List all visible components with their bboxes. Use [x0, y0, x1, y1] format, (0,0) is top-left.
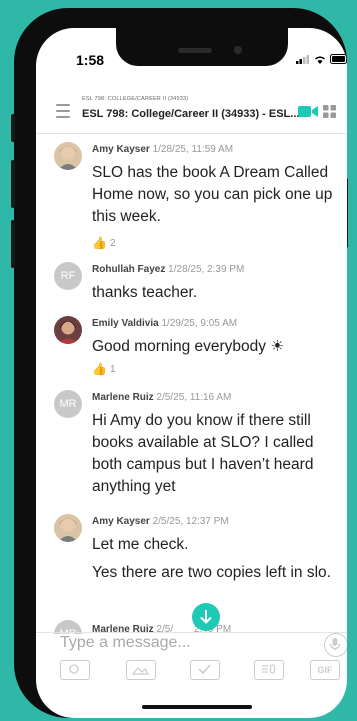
message-meta: Amy Kayser 2/5/25, 12:37 PM	[92, 516, 229, 527]
message-item[interactable]: MR Marlene Ruiz 2/5/25, 11:16 AM Hi Amy …	[36, 384, 347, 510]
video-call-icon[interactable]	[298, 105, 318, 118]
apps-grid-icon[interactable]	[323, 105, 336, 118]
message-text: Hi Amy do you know if there still books …	[92, 412, 314, 495]
message-text: Let me check.	[92, 536, 189, 553]
message-text: thanks teacher.	[92, 284, 198, 301]
author-name[interactable]: Amy Kayser	[92, 144, 150, 155]
avatar[interactable]: RF	[54, 262, 82, 290]
composer-divider	[36, 632, 347, 633]
message-text: Yes there are two copies left in slo.	[92, 564, 331, 581]
speaker-grille	[178, 48, 212, 53]
message-time: 2/5/25, 12:37 PM	[152, 516, 229, 527]
screen: 1:58 ESL 798: COLLEGE/CAREER II (34933) …	[36, 28, 347, 718]
message-time: 1/28/25, 2:39 PM	[168, 264, 245, 275]
author-name[interactable]: Marlene Ruiz	[92, 392, 154, 403]
mute-switch	[11, 114, 15, 142]
notch	[116, 28, 288, 66]
chat-header: ESL 798: COLLEGE/CAREER II (34933) ESL 7…	[36, 90, 347, 134]
author-name[interactable]: Rohullah Fayez	[92, 264, 165, 275]
message-meta: Amy Kayser 1/28/25, 11:59 AM	[92, 144, 233, 155]
battery-icon	[330, 54, 347, 64]
message-text: Good morning everybody ☀	[92, 338, 285, 355]
avatar[interactable]	[54, 316, 82, 344]
scroll-to-bottom-button[interactable]	[192, 603, 220, 631]
message-meta: Rohullah Fayez 1/28/25, 2:39 PM	[92, 264, 244, 275]
message-item[interactable]: RF Rohullah Fayez 1/28/25, 2:39 PM thank…	[36, 258, 347, 312]
reaction[interactable]: 👍 1	[92, 362, 116, 376]
signal-icon	[296, 55, 309, 64]
message-input[interactable]: Type a message...	[60, 634, 191, 652]
reaction-count: 2	[109, 237, 116, 249]
avatar[interactable]: MR	[54, 390, 82, 418]
thumbs-up-icon: 👍	[92, 362, 107, 376]
reaction[interactable]: 👍 2	[92, 236, 116, 250]
composer-toolbar: GIF	[36, 660, 347, 686]
status-icons	[296, 54, 347, 64]
attachment-icon[interactable]	[254, 660, 284, 680]
avatar[interactable]	[54, 514, 82, 542]
microphone-icon[interactable]	[324, 633, 347, 657]
status-time: 1:58	[76, 52, 105, 68]
wifi-icon	[314, 56, 326, 64]
author-name[interactable]: Emily Valdivia	[92, 318, 159, 329]
menu-icon[interactable]	[56, 104, 70, 122]
phone-frame: 1:58 ESL 798: COLLEGE/CAREER II (34933) …	[11, 8, 348, 718]
front-camera	[234, 46, 242, 54]
volume-up-button	[11, 160, 15, 208]
message-meta: Emily Valdivia 1/29/25, 9:05 AM	[92, 318, 237, 329]
message-item[interactable]: Amy Kayser 1/28/25, 11:59 AM SLO has the…	[36, 140, 347, 252]
course-code: ESL 798: COLLEGE/CAREER II (34933)	[82, 96, 189, 102]
message-item[interactable]: Amy Kayser 2/5/25, 12:37 PM Let me check…	[36, 512, 347, 612]
message-meta: Marlene Ruiz 2/5/25, 11:16 AM	[92, 392, 231, 403]
message-time: 1/28/25, 11:59 AM	[152, 144, 234, 155]
message-time: 2/5/25, 11:16 AM	[156, 392, 232, 403]
message-list[interactable]: Amy Kayser 1/28/25, 11:59 AM SLO has the…	[36, 134, 347, 634]
author-name[interactable]: Amy Kayser	[92, 516, 150, 527]
message-time: 1/29/25, 9:05 AM	[161, 318, 238, 329]
avatar[interactable]	[54, 142, 82, 170]
camera-icon[interactable]	[60, 660, 90, 680]
message-item[interactable]: Emily Valdivia 1/29/25, 9:05 AM Good mor…	[36, 312, 347, 384]
message-text: SLO has the book A Dream Called Home now…	[92, 164, 333, 225]
volume-down-button	[11, 220, 15, 268]
thumbs-up-icon: 👍	[92, 236, 107, 250]
gif-button[interactable]: GIF	[310, 660, 340, 680]
checkbox-icon[interactable]	[190, 660, 220, 680]
course-title[interactable]: ESL 798: College/Career II (34933) - ESL…	[82, 108, 299, 120]
home-indicator[interactable]	[142, 705, 252, 709]
reaction-count: 1	[109, 363, 116, 375]
image-icon[interactable]	[126, 660, 156, 680]
arrow-down-icon	[200, 610, 212, 624]
